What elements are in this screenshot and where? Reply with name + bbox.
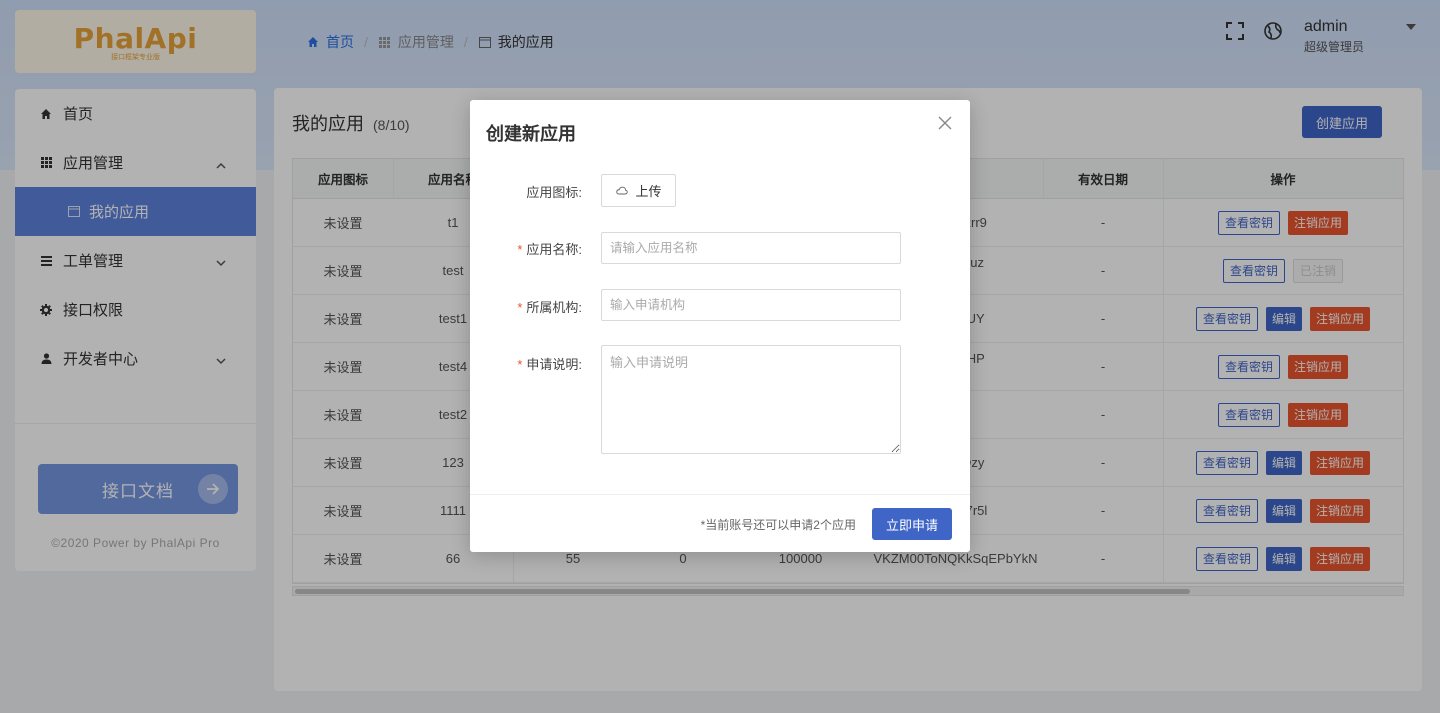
required-mark: * xyxy=(517,357,523,372)
dialog-footer: *当前账号还可以申请2个应用 立即申请 xyxy=(470,494,970,552)
required-mark: * xyxy=(517,300,523,315)
description-field-label: * 申请说明: xyxy=(517,357,582,372)
close-icon[interactable] xyxy=(938,116,956,134)
submit-application-button[interactable]: 立即申请 xyxy=(872,508,952,540)
upload-label: 上传 xyxy=(635,184,662,199)
upload-button[interactable]: 上传 xyxy=(601,174,676,207)
description-textarea[interactable] xyxy=(601,345,901,454)
create-app-dialog: 创建新应用 应用图标: 上传 *应用名称: *所属机构: *申请说明: *当前账… xyxy=(470,100,970,552)
organization-field-label: * 所属机构: xyxy=(517,300,582,315)
app-name-input[interactable] xyxy=(601,232,901,264)
dialog-title: 创建新应用 xyxy=(486,124,576,144)
app-name-field-label: * 应用名称: xyxy=(517,242,582,257)
quota-note: *当前账号还可以申请2个应用 xyxy=(700,518,856,532)
required-mark: * xyxy=(517,242,523,257)
icon-field-label: 应用图标: xyxy=(526,185,582,200)
cloud-upload-icon xyxy=(615,184,629,198)
organization-input[interactable] xyxy=(601,289,901,321)
